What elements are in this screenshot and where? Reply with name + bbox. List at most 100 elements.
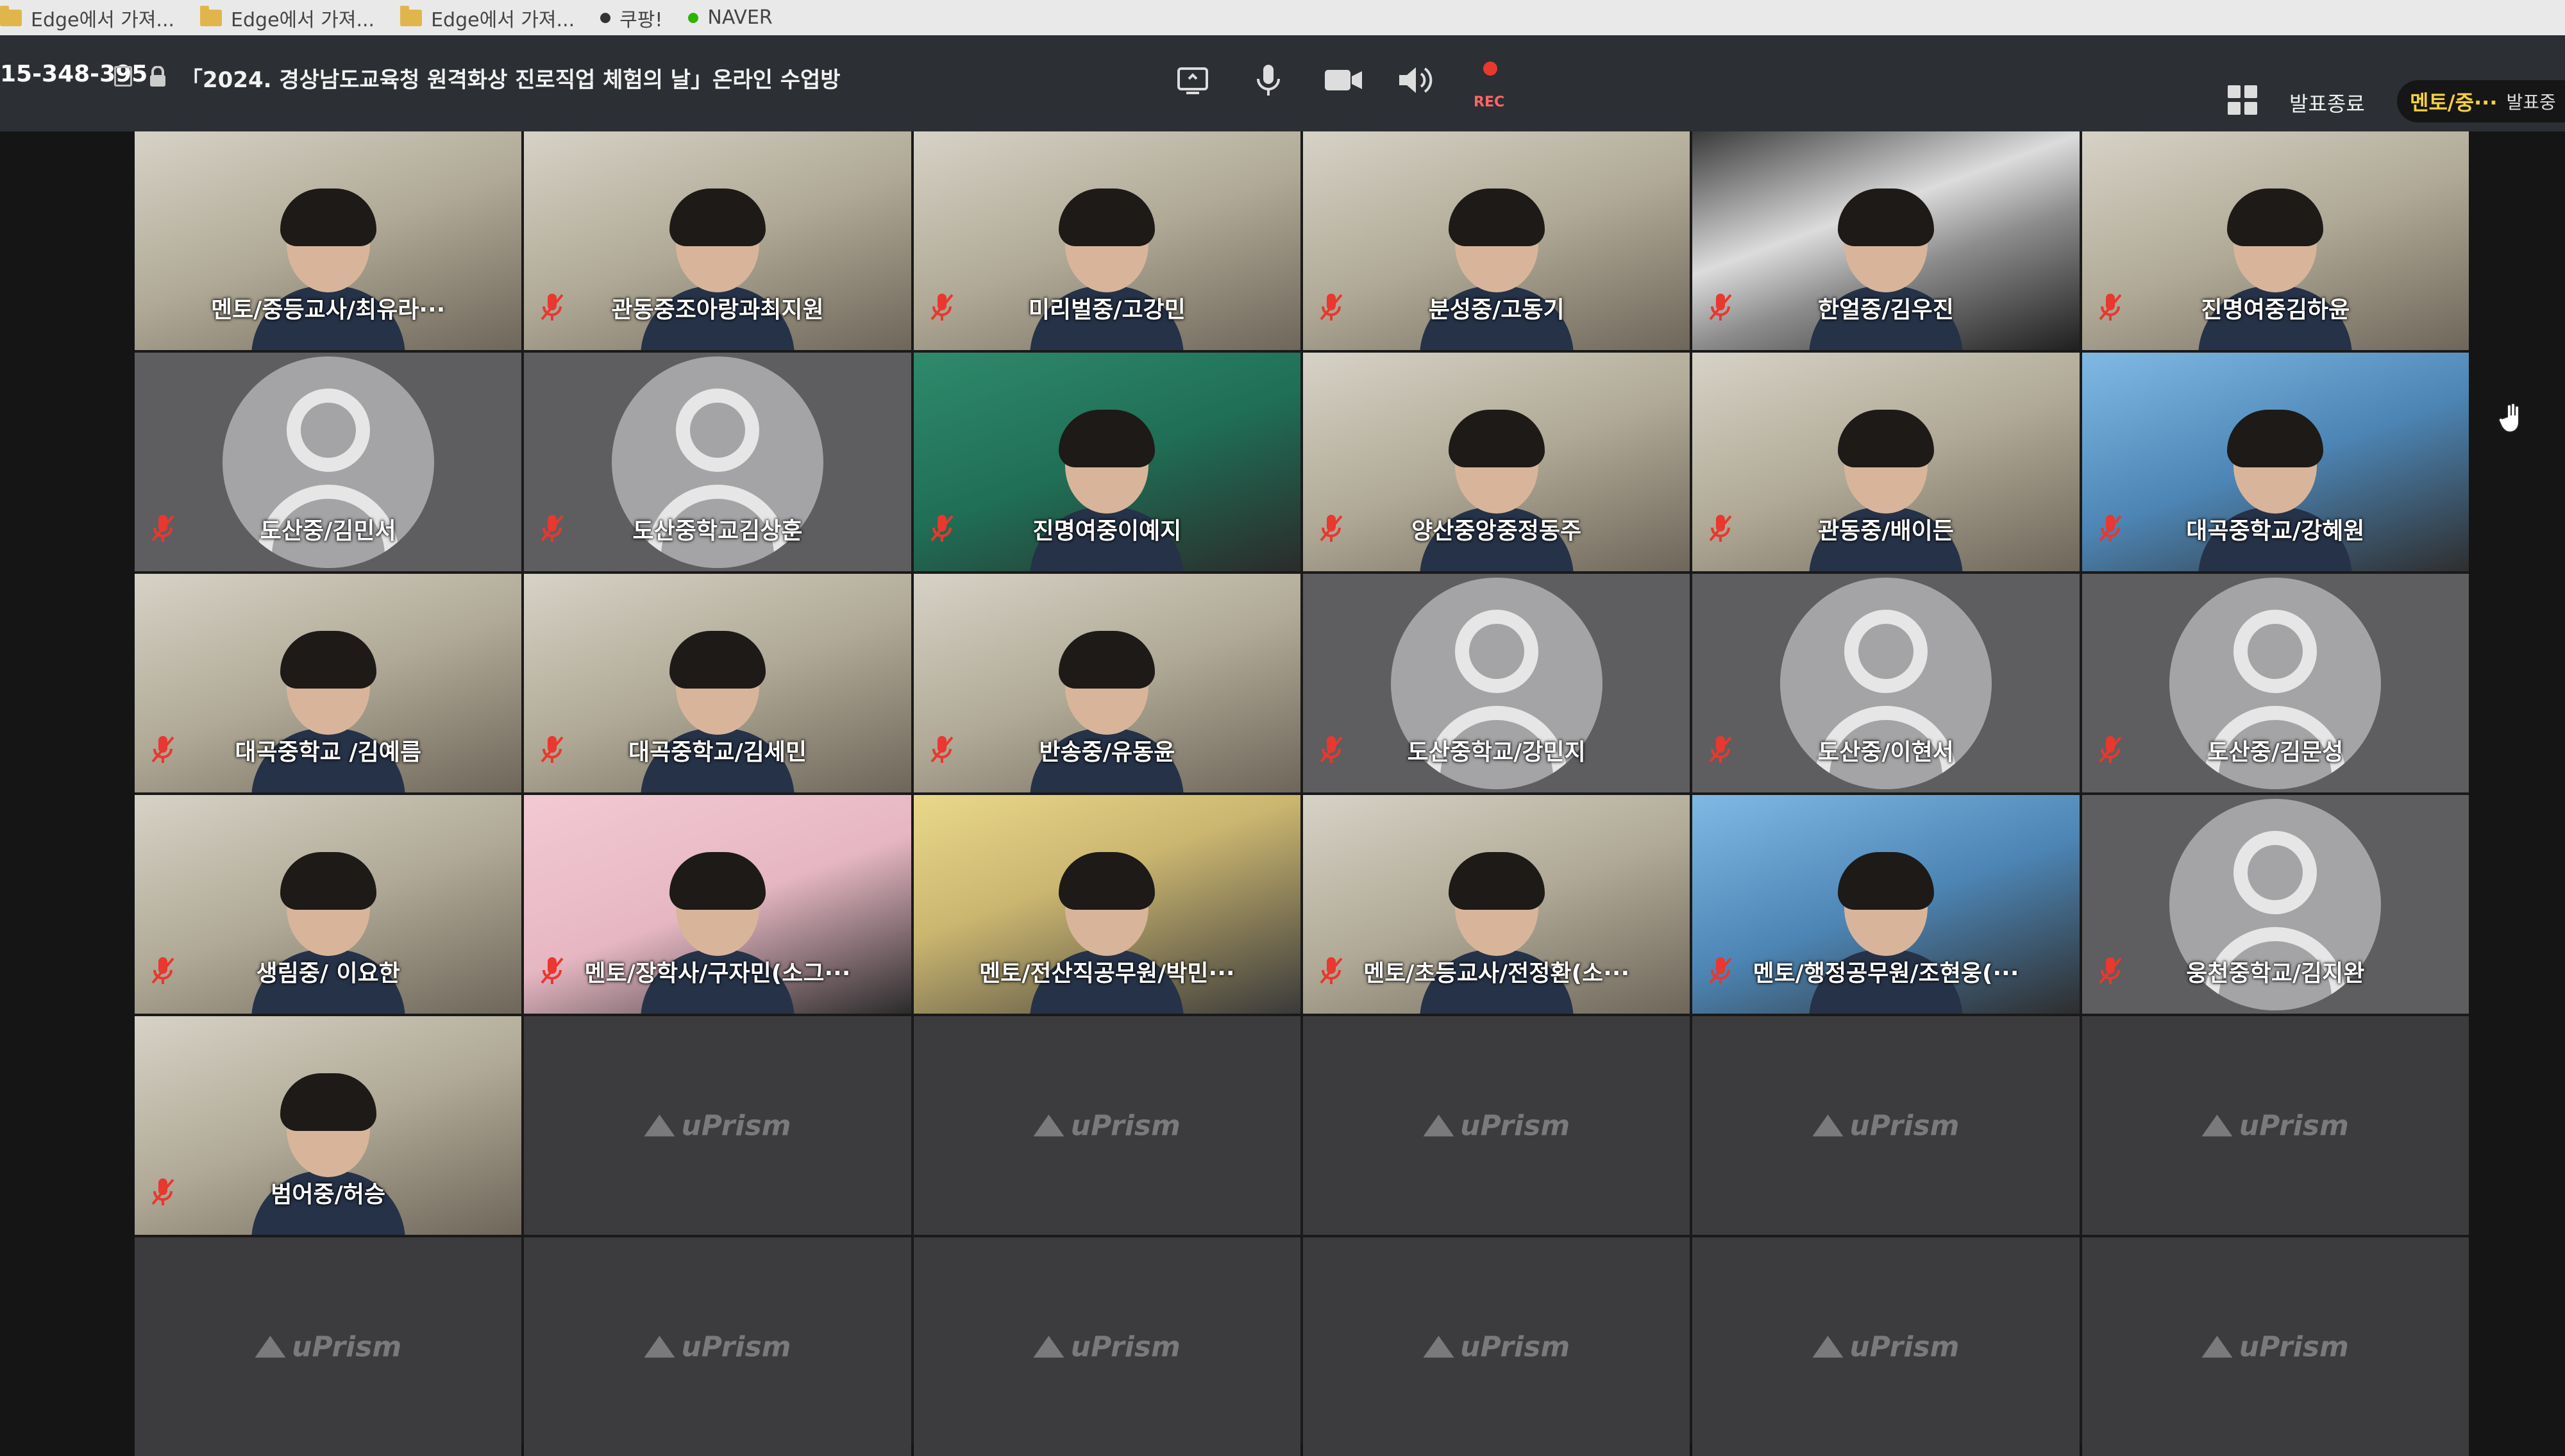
participant-name: 진명여중김하윤 — [2201, 297, 2350, 323]
participant-tile[interactable]: 도산중학교/강민지 — [1302, 574, 1690, 792]
participant-tile[interactable]: 범어중/허승 — [135, 1016, 522, 1235]
uprism-logo: uPrism — [255, 1330, 401, 1363]
uprism-logo: uPrism — [644, 1109, 791, 1142]
participant-video — [2192, 405, 2359, 571]
participant-name: 반송중/유동윤 — [1039, 739, 1175, 766]
participant-tile[interactable]: 도산중/김민서 — [135, 353, 522, 571]
participant-name: 대곡중학교/김세민 — [628, 739, 807, 766]
uprism-mark-icon — [1812, 1114, 1844, 1137]
empty-video-slot: uPrism — [2081, 1016, 2469, 1235]
presenter-status: 발표중 — [2506, 92, 2556, 113]
bookmark-item[interactable]: 쿠팡! — [600, 4, 662, 32]
empty-video-slot: uPrism — [135, 1237, 522, 1456]
presenter-pill[interactable]: 멘토/중··· 발표중 — [2397, 80, 2565, 122]
participant-video — [1023, 405, 1190, 571]
uprism-logo: uPrism — [1423, 1109, 1570, 1142]
participant-tile[interactable]: 분성중/고동기 — [1302, 131, 1690, 350]
participant-tile[interactable]: 멘토/전산직공무원/박민··· — [913, 795, 1300, 1014]
bookmarks-bar: Edge에서 가져... Edge에서 가져... Edge에서 가져... 쿠팡! N… — [0, 0, 2565, 35]
participant-video — [634, 847, 801, 1014]
bookmark-item[interactable]: Edge에서 가져... — [0, 4, 174, 32]
participant-tile[interactable]: 멘토/초등교사/전정환(소··· — [1302, 795, 1690, 1014]
uprism-logo: uPrism — [2201, 1330, 2349, 1363]
participant-name: 멘토/장학사/구자민(소그··· — [584, 960, 851, 987]
participant-video — [1023, 183, 1190, 350]
naver-icon — [688, 12, 699, 23]
speaker-icon[interactable] — [1394, 60, 1439, 101]
participant-tile[interactable]: 멘토/행정공무원/조현웅(··· — [1692, 795, 2080, 1014]
uprism-mark-icon — [1812, 1335, 1844, 1358]
participant-video — [634, 183, 801, 350]
camera-icon[interactable] — [1321, 60, 1366, 101]
participant-tile[interactable]: 관동중/배이든 — [1692, 353, 2080, 571]
microphone-icon[interactable] — [1248, 60, 1289, 101]
bookmark-item[interactable]: Edge에서 가져... — [200, 4, 374, 32]
participant-video — [1023, 626, 1190, 792]
folder-icon — [400, 5, 423, 26]
uprism-mark-icon — [644, 1335, 675, 1358]
participant-tile[interactable]: 관동중조아랑과최지원 — [524, 131, 911, 350]
empty-video-slot: uPrism — [524, 1016, 911, 1235]
participant-video — [1413, 405, 1580, 571]
participant-video — [245, 847, 412, 1014]
participant-tile[interactable]: 반송중/유동윤 — [913, 574, 1300, 792]
uprism-brand-text: uPrism — [681, 1330, 791, 1363]
empty-video-slot: uPrism — [1692, 1237, 2080, 1456]
bookmark-label: 쿠팡! — [619, 8, 663, 31]
participant-tile[interactable]: 대곡중학교/김세민 — [524, 574, 911, 792]
participant-name: 도산중학교/강민지 — [1407, 739, 1586, 766]
participant-video — [2192, 183, 2359, 350]
participant-tile[interactable]: 진명여중김하윤 — [2081, 131, 2469, 350]
participant-tile[interactable]: 도산중/김문성 — [2081, 574, 2469, 792]
participant-tile[interactable]: 대곡중학교 /김예름 — [135, 574, 522, 792]
participant-video — [1023, 847, 1190, 1014]
uprism-logo: uPrism — [1812, 1330, 1960, 1363]
participant-name: 관동중/배이든 — [1818, 518, 1954, 544]
participant-tile[interactable]: 생림중/ 이요한 — [135, 795, 522, 1014]
grid-view-icon[interactable] — [2228, 85, 2257, 115]
copy-icon[interactable] — [114, 66, 132, 87]
participant-tile[interactable]: 양산중앙중정동주 — [1302, 353, 1690, 571]
participant-name: 멘토/전산직공무원/박민··· — [979, 960, 1235, 987]
empty-video-slot: uPrism — [1302, 1237, 1690, 1456]
participant-name: 도산중/이현서 — [1818, 739, 1954, 766]
uprism-brand-text: uPrism — [2239, 1330, 2349, 1363]
uprism-logo: uPrism — [1033, 1330, 1181, 1363]
empty-video-slot: uPrism — [2081, 1237, 2469, 1456]
participant-tile[interactable]: 진명여중이예지 — [913, 353, 1300, 571]
uprism-brand-text: uPrism — [2239, 1109, 2349, 1142]
uprism-brand-text: uPrism — [1460, 1109, 1570, 1142]
participant-tile[interactable]: 멘토/장학사/구자민(소그··· — [524, 795, 911, 1014]
uprism-logo: uPrism — [644, 1330, 791, 1363]
uprism-mark-icon — [1033, 1335, 1064, 1358]
participant-name: 멘토/중등교사/최유라··· — [210, 297, 446, 323]
participant-name: 미리벌중/고강민 — [1028, 297, 1186, 323]
bookmark-item[interactable]: Edge에서 가져... — [400, 4, 575, 32]
record-icon[interactable] — [1481, 60, 1499, 78]
end-presentation-button[interactable]: 발표종료 — [2289, 88, 2365, 117]
uprism-brand-text: uPrism — [1849, 1109, 1960, 1142]
bookmark-item[interactable]: NAVER — [688, 6, 773, 29]
participant-video — [245, 183, 412, 350]
uprism-logo: uPrism — [1812, 1109, 1960, 1142]
participant-video — [245, 1068, 412, 1235]
empty-video-slot: uPrism — [1692, 1016, 2080, 1235]
uprism-mark-icon — [1423, 1335, 1454, 1358]
screen-share-icon[interactable] — [1172, 60, 1213, 101]
uprism-logo: uPrism — [1423, 1330, 1570, 1363]
empty-video-slot: uPrism — [1302, 1016, 1690, 1235]
participant-name: 분성중/고동기 — [1428, 297, 1565, 323]
participant-video — [634, 626, 801, 792]
uprism-mark-icon — [644, 1114, 675, 1137]
participant-tile[interactable]: 미리벌중/고강민 — [913, 131, 1300, 350]
participant-video — [1803, 183, 1969, 350]
participant-tile[interactable]: 대곡중학교/강혜원 — [2081, 353, 2469, 571]
participant-tile[interactable]: 도산중학교김상훈 — [524, 353, 911, 571]
participant-tile[interactable]: 웅천중학교/김지완 — [2081, 795, 2469, 1014]
participant-tile[interactable]: 한얼중/김우진 — [1692, 131, 2080, 350]
meeting-title: 「2024. 경상남도교육청 원격화상 진로직업 체험의 날」온라인 수업방 — [181, 67, 841, 93]
hand-cursor-icon — [2498, 403, 2519, 433]
participant-name: 대곡중학교 /김예름 — [235, 739, 421, 766]
participant-tile[interactable]: 도산중/이현서 — [1692, 574, 2080, 792]
participant-tile[interactable]: 멘토/중등교사/최유라··· — [135, 131, 522, 350]
